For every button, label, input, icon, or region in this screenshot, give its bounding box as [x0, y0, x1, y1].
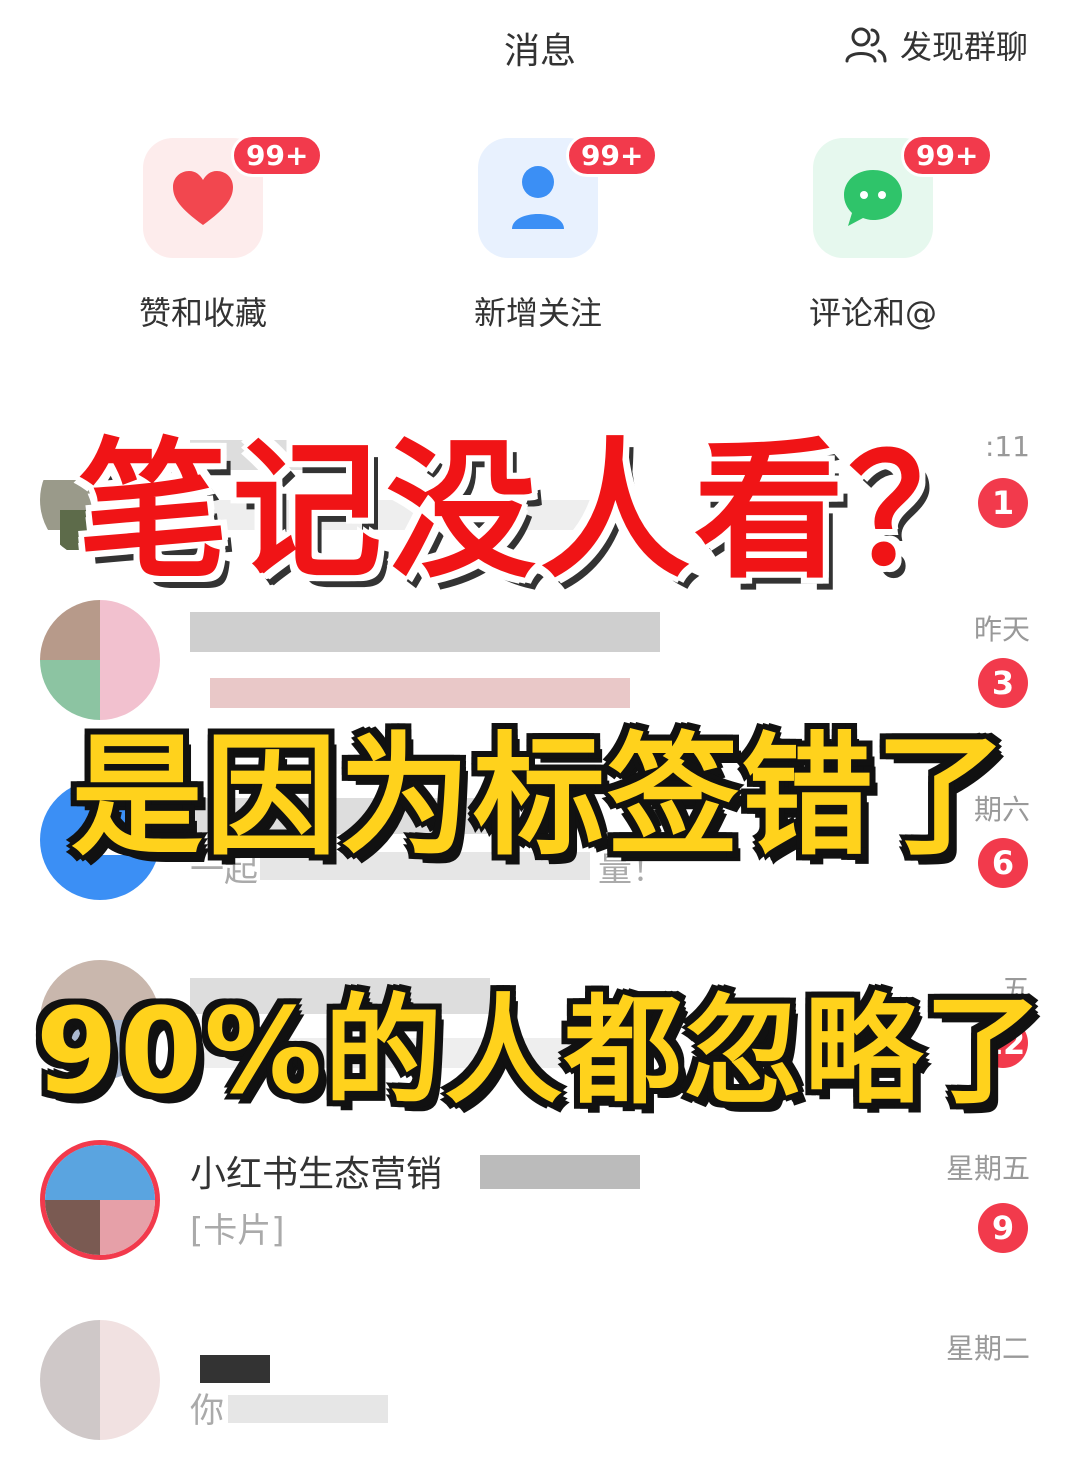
name-redacted	[200, 1355, 270, 1383]
headline-line-3: 90%的人都忽略了	[35, 982, 1045, 1120]
followers-tile: 99+	[478, 134, 659, 258]
category-label: 评论和@	[808, 294, 937, 332]
preview-redacted	[228, 1395, 388, 1423]
timestamp: 星期二	[945, 1332, 1030, 1365]
headline-line-2: 是因为标签错了	[71, 720, 1009, 874]
name-redacted	[190, 612, 660, 652]
category-label: 赞和收藏	[138, 294, 267, 332]
category-new-followers[interactable]: 99+ 新增关注	[428, 134, 659, 334]
message-row[interactable]: 小红书生态营销 [卡片] 星期五 9	[0, 1135, 1080, 1285]
comments-tile: 99+	[813, 134, 994, 258]
headline-line-1: 笔记没人看？	[77, 425, 1002, 599]
message-preview: [卡片]	[190, 1211, 285, 1251]
heart-icon	[173, 171, 233, 225]
discover-group-chat-button[interactable]: 发现群聊	[844, 22, 1028, 68]
likes-tile: 99+	[143, 134, 324, 258]
conversation-name: 小红书生态营销	[190, 1154, 443, 1195]
discover-label: 发现群聊	[899, 28, 1028, 66]
followers-badge: 99+	[566, 134, 659, 177]
category-likes-favorites[interactable]: 99+ 赞和收藏	[93, 134, 324, 334]
timestamp: 星期五	[945, 1152, 1030, 1185]
chat-bubble-icon	[844, 170, 902, 226]
avatar	[40, 1320, 160, 1440]
likes-badge: 99+	[231, 134, 324, 177]
group-people-icon	[845, 27, 887, 63]
category-label: 新增关注	[473, 294, 602, 332]
unread-count: 9	[978, 1203, 1028, 1253]
timestamp: 昨天	[973, 613, 1030, 646]
avatar	[40, 1140, 160, 1260]
comments-badge: 99+	[901, 134, 994, 177]
category-comments-mentions[interactable]: 99+ 评论和@	[763, 134, 994, 334]
message-row[interactable]: 你 星期二	[0, 1315, 1080, 1465]
person-icon	[512, 166, 564, 229]
name-redacted	[480, 1155, 640, 1189]
message-preview: 你	[190, 1391, 224, 1431]
